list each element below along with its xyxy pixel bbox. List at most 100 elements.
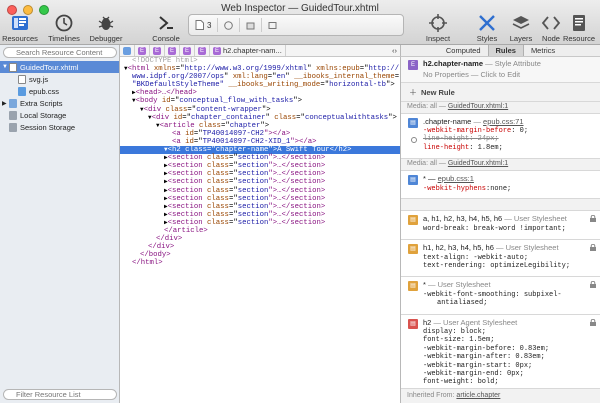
lock-icon [590,215,596,222]
dom-h2-node-selected[interactable]: ▼<h2 class="chapter-name">A Swift Tour</… [120,146,400,155]
element-icon: E [153,46,161,55]
dom-section-node[interactable]: ▶<section class="section">…</section> [120,187,400,195]
tree-item-session-storage[interactable]: Session Storage [0,121,119,133]
style-tabs: Computed Rules Metrics [400,45,600,57]
rule-user-stylesheet-3[interactable]: ▤ * — User Stylesheet -webkit-font-smoot… [401,277,600,315]
activity-viewer[interactable]: 3 [188,14,404,36]
resource-label: Resource [562,34,596,43]
media-header: Media: all — GuidedTour.xhtml:1 [401,159,600,171]
breadcrumb-current[interactable]: Eh2.chapter-nam... [210,45,286,56]
resources-tab-label: Resources [2,34,38,43]
node-icon [541,16,561,30]
user-agent-stylesheet-icon: ▤ [408,319,418,329]
rule-universal[interactable]: ▤ * — epub.css:1 -webkit-hyphens:none; [401,171,600,199]
dom-section-node[interactable]: ▶<section class="section">…</section> [120,203,400,211]
breadcrumb-item[interactable]: E [195,45,210,56]
resources-tab-button[interactable]: Resources [0,13,40,43]
dom-article-node[interactable]: ▼<article class="chapter"> [120,122,400,130]
dom-doctype[interactable]: <!DOCTYPE html> [120,57,400,65]
dom-section-node[interactable]: ▶<section class="section">…</section> [120,154,400,162]
timelines-icon [55,14,73,32]
script-file-icon [18,74,26,84]
dom-html-close[interactable]: </html> [120,259,400,267]
folder-icon [9,98,17,108]
inspect-button[interactable]: Inspect [418,13,458,43]
resource-tree: ▼ GuidedTour.xhtml svg.js epub.css ▶ Ext… [0,61,119,133]
rule-user-stylesheet-1[interactable]: ▤ a, h1, h2, h3, h4, h5, h6 — User Style… [401,211,600,240]
breadcrumb-nav[interactable]: ‹› [389,45,400,56]
dom-div-close[interactable]: </div> [120,235,400,243]
document-icon [123,46,131,55]
lock-icon [590,319,596,326]
rule-chapter-name[interactable]: ▤ .chapter-name — epub.css:71 -webkit-ma… [401,114,600,159]
dom-div-node[interactable]: ▼<div class="content-wrapper"> [120,106,400,114]
tab-computed[interactable]: Computed [439,45,488,56]
rule-user-stylesheet-2[interactable]: ▤ h1, h2, h3, h4, h5, h6 — User Styleshe… [401,240,600,277]
tab-metrics[interactable]: Metrics [524,45,562,56]
tab-rules[interactable]: Rules [487,45,524,56]
section-spacer [401,199,600,211]
tree-item-guidedtour[interactable]: ▼ GuidedTour.xhtml [0,61,119,73]
rule-properties: word-break: break-word !important; [423,225,566,233]
dom-section-node[interactable]: ▶<section class="section">…</section> [120,219,400,227]
styles-panel: E h2.chapter-name — Style Attribute No P… [400,57,600,403]
property-toggle-checkbox[interactable] [411,137,417,143]
dom-anchor-node[interactable]: <a id="TP40014097-CH2"></a> [120,130,400,138]
disclosure-down-icon: ▼ [2,64,8,70]
breadcrumb-item[interactable]: E [150,45,165,56]
dom-div-node[interactable]: ▼<div id="chapter_container" class="conc… [120,114,400,122]
breadcrumb-item[interactable] [120,45,135,56]
lock-icon [590,281,596,288]
rule-header: h1, h2, h3, h4, h5, h6 — User Stylesheet [423,243,559,252]
resources-sidebar: ▼ GuidedTour.xhtml svg.js epub.css ▶ Ext… [0,45,120,403]
search-resource-input[interactable] [3,47,117,58]
styles-label: Styles [476,34,498,43]
tree-item-extra-scripts[interactable]: ▶ Extra Scripts [0,97,119,109]
stylesheet-rule-icon: ▤ [408,175,418,185]
tree-item-label: Session Storage [20,122,76,132]
dom-section-node[interactable]: ▶<section class="section">…</section> [120,170,400,178]
filter-resource-input[interactable] [3,389,117,400]
breadcrumb-item[interactable]: E [135,45,150,56]
breadcrumb-item[interactable]: E [180,45,195,56]
tree-item-label: Extra Scripts [20,98,63,108]
style-attribute-section[interactable]: E h2.chapter-name — Style Attribute No P… [401,57,600,83]
resource-sidebar-button[interactable]: Resource [559,13,599,43]
user-stylesheet-icon: ▤ [408,215,418,225]
layers-icon [512,16,530,29]
inherited-header: Inherited From: article.chapter [401,389,600,403]
layers-label: Layers [509,34,533,43]
dom-html-node[interactable]: ▼<html xmlns="http://www.w3.org/1999/xht… [120,65,400,73]
dom-anchor-node[interactable]: <a id="TP40014097-CH2-XID_1"></a> [120,138,400,146]
tree-item-epubcss[interactable]: epub.css [0,85,119,97]
lock-icon [590,244,596,251]
console-button[interactable]: Console [146,13,186,43]
bytes-size [239,18,261,32]
disclosure-right-icon: ▶ [2,100,7,107]
dom-body-node[interactable]: ▼<body id="conceptual_flow_with_tasks"> [120,97,400,105]
dom-article-close[interactable]: </article> [120,227,400,235]
clock-icon [224,20,234,30]
dom-section-node[interactable]: ▶<section class="section">…</section> [120,195,400,203]
breadcrumb-item[interactable]: E [165,45,180,56]
user-stylesheet-icon: ▤ [408,244,418,254]
tree-item-local-storage[interactable]: Local Storage [0,109,119,121]
debugger-tab-label: Debugger [89,34,123,43]
dom-section-node[interactable]: ▶<section class="section">…</section> [120,211,400,219]
dom-body-close[interactable]: </body> [120,251,400,259]
element-icon: E [198,46,206,55]
dom-html-node-cont: www.idpf.org/2007/ops" xml:lang="en" __i… [132,73,400,82]
debugger-tab-button[interactable]: Debugger [86,13,126,43]
tree-item-svgjs[interactable]: svg.js [0,73,119,85]
element-icon: E [168,46,176,55]
new-rule-section[interactable]: ＋ New Rule [401,83,600,102]
timelines-tab-button[interactable]: Timelines [44,13,84,43]
dom-head-node[interactable]: ▶<head>…</head> [120,89,400,97]
rule-user-agent-h2[interactable]: ▤ h2 — User Agent Stylesheet display: bl… [401,315,600,389]
styles-sidebar-button[interactable]: Styles [469,13,505,43]
dom-section-node[interactable]: ▶<section class="section">…</section> [120,162,400,170]
rule-header: h2 — User Agent Stylesheet [423,318,518,327]
dom-section-node[interactable]: ▶<section class="section">…</section> [120,178,400,186]
dom-div-close[interactable]: </div> [120,243,400,251]
add-icon: ＋ [409,88,417,97]
